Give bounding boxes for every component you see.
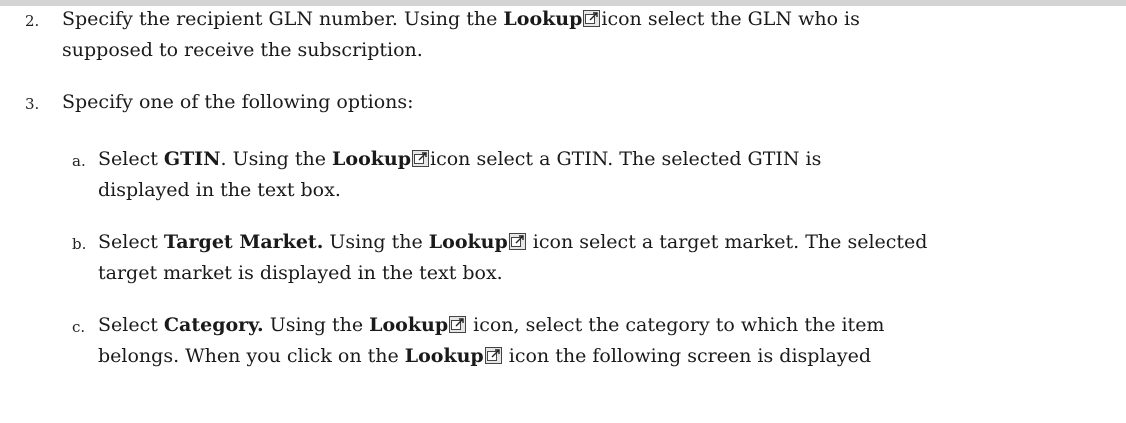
category-term: Category. bbox=[163, 314, 264, 336]
lookup-icon bbox=[583, 10, 601, 27]
substep-a-line-1: Select GTIN. Using the Lookup icon select… bbox=[98, 148, 822, 170]
substep-b-line-1: Select Target Market. Using the Lookup i… bbox=[98, 231, 928, 253]
substep-c: Select Category. Using the Lookup icon, … bbox=[98, 310, 884, 372]
lookup-term: Lookup bbox=[369, 314, 449, 336]
substep-a: Select GTIN. Using the Lookup icon select… bbox=[98, 144, 821, 206]
substep-letter: b. bbox=[72, 235, 87, 253]
substep-b-line-2: target market is displayed in the text b… bbox=[98, 262, 503, 284]
step-2-line-2: supposed to receive the subscription. bbox=[62, 39, 423, 61]
lookup-icon bbox=[449, 316, 467, 333]
lookup-term: Lookup bbox=[503, 8, 583, 30]
step-2-line-1: Specify the recipient GLN number. Using … bbox=[62, 8, 860, 30]
substep-c-line-1: Select Category. Using the Lookup icon, … bbox=[98, 314, 885, 336]
step-2: Specify the recipient GLN number. Using … bbox=[62, 4, 860, 66]
substep-b: Select Target Market. Using the Lookup i… bbox=[98, 227, 927, 289]
lookup-icon bbox=[484, 347, 502, 364]
lookup-icon bbox=[412, 150, 430, 167]
step-number: 2. bbox=[25, 12, 40, 30]
lookup-term: Lookup bbox=[332, 148, 412, 170]
step-number: 3. bbox=[25, 95, 40, 113]
step-3: Specify one of the following options: bbox=[62, 87, 414, 118]
substep-letter: a. bbox=[72, 152, 86, 170]
target-market-term: Target Market. bbox=[163, 231, 324, 253]
lookup-term: Lookup bbox=[404, 345, 484, 367]
lookup-term: Lookup bbox=[428, 231, 508, 253]
step-3-line-1: Specify one of the following options: bbox=[62, 91, 414, 113]
gtin-term: GTIN bbox=[163, 148, 221, 170]
lookup-icon bbox=[508, 233, 526, 250]
substep-c-line-2: belongs. When you click on the Lookup ic… bbox=[98, 345, 871, 367]
substep-a-line-2: displayed in the text box. bbox=[98, 179, 341, 201]
substep-letter: c. bbox=[72, 318, 86, 336]
